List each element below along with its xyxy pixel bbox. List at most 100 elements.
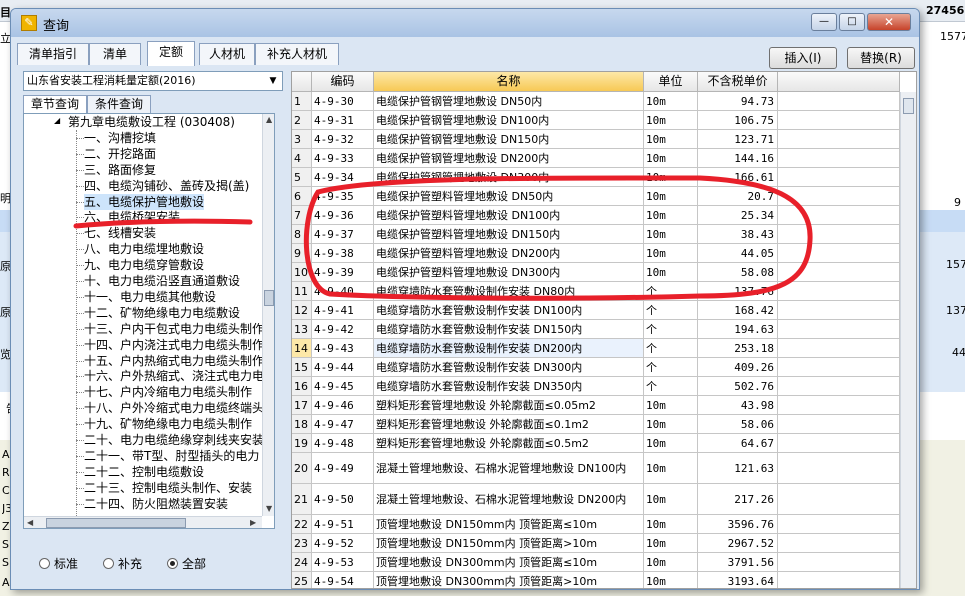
- tab-supplement-labor-material[interactable]: 补充人材机: [255, 43, 339, 65]
- row-price[interactable]: 64.67: [698, 434, 778, 453]
- row-unit[interactable]: 10m: [644, 168, 698, 187]
- row-name[interactable]: 混凝土管埋地敷设、石棉水泥管埋地敷设 DN100内: [374, 453, 644, 484]
- row-empty[interactable]: [778, 339, 900, 358]
- tree-vertical-scrollbar[interactable]: ▲ ▼: [262, 114, 274, 516]
- radio-all-circle[interactable]: [167, 558, 178, 569]
- row-unit[interactable]: 10m: [644, 225, 698, 244]
- tree-node-section[interactable]: 十一、电力电缆其他敷设: [84, 289, 216, 305]
- row-unit[interactable]: 10m: [644, 484, 698, 515]
- tree-node-section[interactable]: 一、沟槽挖填: [84, 130, 156, 146]
- row-index[interactable]: 7: [292, 206, 312, 225]
- row-empty[interactable]: [778, 534, 900, 553]
- row-unit[interactable]: 10m: [644, 111, 698, 130]
- row-index[interactable]: 4: [292, 149, 312, 168]
- row-price[interactable]: 123.71: [698, 130, 778, 149]
- table-row[interactable]: 6 4-9-35 电缆保护管塑料管埋地敷设 DN50内 10m 20.7: [292, 187, 900, 206]
- row-code[interactable]: 4-9-44: [312, 358, 374, 377]
- row-index[interactable]: 16: [292, 377, 312, 396]
- tree-node-section[interactable]: 二十三、控制电缆头制作、安装: [84, 480, 252, 496]
- table-row[interactable]: 4 4-9-33 电缆保护管钢管埋地敷设 DN200内 10m 144.16: [292, 149, 900, 168]
- table-row[interactable]: 21 4-9-50 混凝土管埋地敷设、石棉水泥管埋地敷设 DN200内 10m 217.…: [292, 484, 900, 515]
- minimize-button[interactable]: —: [811, 13, 837, 31]
- row-index[interactable]: 18: [292, 415, 312, 434]
- row-name[interactable]: 电缆穿墙防水套管敷设制作安装 DN80内: [374, 282, 644, 301]
- tree-scroll-thumb[interactable]: [264, 290, 274, 306]
- row-code[interactable]: 4-9-51: [312, 515, 374, 534]
- row-price[interactable]: 409.26: [698, 358, 778, 377]
- tab-quota[interactable]: 定额: [147, 41, 195, 66]
- row-price[interactable]: 43.98: [698, 396, 778, 415]
- row-price[interactable]: 3193.64: [698, 572, 778, 588]
- row-unit[interactable]: 个: [644, 301, 698, 320]
- row-price[interactable]: 38.43: [698, 225, 778, 244]
- table-row[interactable]: 9 4-9-38 电缆保护管塑料管埋地敷设 DN200内 10m 44.05: [292, 244, 900, 263]
- table-row[interactable]: 3 4-9-32 电缆保护管钢管埋地敷设 DN150内 10m 123.71: [292, 130, 900, 149]
- radio-supplement-circle[interactable]: [103, 558, 114, 569]
- row-price[interactable]: 58.08: [698, 263, 778, 282]
- row-price[interactable]: 502.76: [698, 377, 778, 396]
- row-price[interactable]: 166.61: [698, 168, 778, 187]
- row-empty[interactable]: [778, 263, 900, 282]
- tree-hscroll-thumb[interactable]: [46, 518, 186, 528]
- row-price[interactable]: 253.18: [698, 339, 778, 358]
- row-code[interactable]: 4-9-52: [312, 534, 374, 553]
- row-empty[interactable]: [778, 225, 900, 244]
- tree-node-section[interactable]: 十三、户内干包式电力电缆头制作: [84, 321, 264, 337]
- tree-node-section[interactable]: 三、路面修复: [84, 162, 156, 178]
- tree-node-section[interactable]: 十九、矿物绝缘电力电缆头制作: [84, 416, 252, 432]
- table-row[interactable]: 11 4-9-40 电缆穿墙防水套管敷设制作安装 DN80内个 137.76: [292, 282, 900, 301]
- row-code[interactable]: 4-9-37: [312, 225, 374, 244]
- close-button[interactable]: ✕: [867, 13, 911, 31]
- row-name[interactable]: 电缆穿墙防水套管敷设制作安装 DN100内: [374, 301, 644, 320]
- row-name[interactable]: 电缆保护管钢管埋地敷设 DN200内: [374, 149, 644, 168]
- tree-node-section[interactable]: 二十二、控制电缆敷设: [84, 464, 204, 480]
- row-code[interactable]: 4-9-36: [312, 206, 374, 225]
- row-code[interactable]: 4-9-47: [312, 415, 374, 434]
- row-index[interactable]: 22: [292, 515, 312, 534]
- tree-horizontal-scrollbar[interactable]: ◀ ▶: [24, 516, 262, 528]
- row-index[interactable]: 15: [292, 358, 312, 377]
- table-row[interactable]: 1 4-9-30 电缆保护管钢管埋地敷设 DN50内 10m 94.73: [292, 92, 900, 111]
- row-empty[interactable]: [778, 111, 900, 130]
- row-name[interactable]: 电缆保护管钢管埋地敷设 DN300内: [374, 168, 644, 187]
- row-code[interactable]: 4-9-53: [312, 553, 374, 572]
- row-name[interactable]: 顶管埋地敷设 DN300mm内 顶管距离>10m: [374, 572, 644, 588]
- row-empty[interactable]: [778, 358, 900, 377]
- table-row[interactable]: 23 4-9-52 顶管埋地敷设 DN150mm内 顶管距离>10m 10m 2967.…: [292, 534, 900, 553]
- row-unit[interactable]: 10m: [644, 187, 698, 206]
- row-empty[interactable]: [778, 130, 900, 149]
- row-name[interactable]: 电缆保护管钢管埋地敷设 DN150内: [374, 130, 644, 149]
- row-index[interactable]: 8: [292, 225, 312, 244]
- row-name[interactable]: 电缆保护管钢管埋地敷设 DN100内: [374, 111, 644, 130]
- row-name[interactable]: 顶管埋地敷设 DN150mm内 顶管距离>10m: [374, 534, 644, 553]
- tab-list-guide[interactable]: 清单指引: [17, 43, 89, 65]
- row-code[interactable]: 4-9-49: [312, 453, 374, 484]
- tree-node-section[interactable]: 八、电力电缆埋地敷设: [84, 241, 204, 257]
- row-empty[interactable]: [778, 415, 900, 434]
- tree-node-section[interactable]: 二十四、防火阻燃装置安装: [84, 496, 228, 512]
- row-code[interactable]: 4-9-30: [312, 92, 374, 111]
- row-code[interactable]: 4-9-35: [312, 187, 374, 206]
- table-row[interactable]: 14 4-9-43 电缆穿墙防水套管敷设制作安装 DN200内个 253.18: [292, 339, 900, 358]
- row-unit[interactable]: 个: [644, 320, 698, 339]
- row-index[interactable]: 5: [292, 168, 312, 187]
- row-name[interactable]: 塑料矩形套管埋地敷设 外轮廓截面≤0.5m2: [374, 434, 644, 453]
- row-empty[interactable]: [778, 484, 900, 515]
- row-index[interactable]: 21: [292, 484, 312, 515]
- row-unit[interactable]: 10m: [644, 434, 698, 453]
- row-empty[interactable]: [778, 434, 900, 453]
- row-index[interactable]: 17: [292, 396, 312, 415]
- row-code[interactable]: 4-9-50: [312, 484, 374, 515]
- row-code[interactable]: 4-9-54: [312, 572, 374, 588]
- row-code[interactable]: 4-9-40: [312, 282, 374, 301]
- row-name[interactable]: 电缆保护管塑料管埋地敷设 DN150内: [374, 225, 644, 244]
- row-index[interactable]: 12: [292, 301, 312, 320]
- grid-header-code[interactable]: 编码: [312, 72, 374, 92]
- dialog-titlebar[interactable]: ✎ 查询 — □ ✕: [11, 9, 919, 37]
- tree-node-section[interactable]: 四、电缆沟铺砂、盖砖及揭(盖): [84, 178, 249, 194]
- row-price[interactable]: 168.42: [698, 301, 778, 320]
- row-name[interactable]: 电缆保护管塑料管埋地敷设 DN300内: [374, 263, 644, 282]
- row-unit[interactable]: 10m: [644, 206, 698, 225]
- row-price[interactable]: 137.76: [698, 282, 778, 301]
- tree-node-section[interactable]: 十二、矿物绝缘电力电缆敷设: [84, 305, 240, 321]
